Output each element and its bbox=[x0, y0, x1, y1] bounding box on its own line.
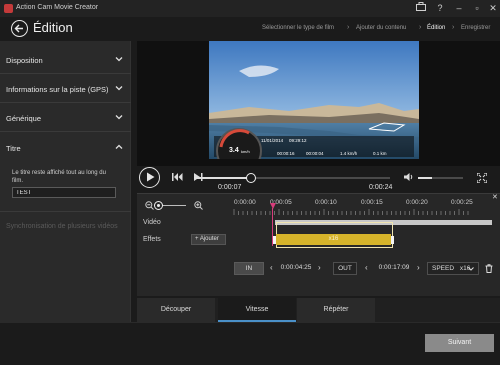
sidebar-item-gps-info[interactable]: Informations sur la piste (GPS) bbox=[0, 74, 131, 103]
breadcrumb-step-4: Enregistrer bbox=[461, 25, 491, 31]
overlay-stat-3: 1.4 km/h bbox=[340, 151, 358, 156]
header bbox=[0, 17, 500, 41]
chevron-right-icon[interactable]: › bbox=[417, 263, 420, 272]
effects-track-label: Effets bbox=[143, 236, 161, 243]
close-icon[interactable]: ✕ bbox=[486, 2, 500, 15]
zoom-out-icon bbox=[145, 201, 154, 210]
multi-video-sync-item: Synchronisation de plusieurs vidéos bbox=[6, 223, 118, 230]
sidebar-item-label: Générique bbox=[6, 114, 42, 123]
seek-handle[interactable] bbox=[246, 173, 256, 183]
overlay-stat-1: 00:00:16 bbox=[277, 151, 295, 156]
zoom-in-button[interactable] bbox=[194, 201, 203, 212]
playhead-marker[interactable] bbox=[270, 203, 276, 209]
close-timeline-icon[interactable]: ✕ bbox=[492, 193, 498, 201]
out-point-time: 0:00:17:09 bbox=[378, 264, 410, 271]
breadcrumb-step-1: Sélectionner le type de film bbox=[262, 25, 335, 31]
tab-speed[interactable]: Vitesse bbox=[218, 298, 296, 322]
title-text-input[interactable] bbox=[12, 187, 116, 198]
effect-trim-handle-left[interactable] bbox=[273, 236, 276, 244]
next-button[interactable]: Suivant bbox=[425, 334, 494, 352]
effect-clip-label: x16 bbox=[328, 236, 339, 242]
overlay-stat-4: 0.1 km bbox=[373, 151, 387, 156]
chevron-left-icon[interactable]: ‹ bbox=[365, 263, 368, 272]
chevron-left-icon[interactable]: ‹ bbox=[270, 263, 273, 272]
in-point-button[interactable]: IN bbox=[234, 262, 264, 275]
sidebar-item-label: Titre bbox=[6, 144, 21, 153]
fullscreen-icon bbox=[476, 172, 488, 184]
sidebar-item-title[interactable]: Titre bbox=[0, 133, 131, 162]
overlay-date: 11/01/2014 bbox=[261, 138, 284, 143]
tick-label: 0:00:00 bbox=[234, 199, 256, 206]
speed-label: SPEED bbox=[432, 265, 455, 272]
zoom-in-icon bbox=[194, 201, 203, 210]
rewind-button[interactable] bbox=[172, 173, 183, 183]
rewind-icon bbox=[172, 173, 183, 181]
restore-icon[interactable]: ▫ bbox=[470, 2, 484, 15]
sidebar-item-label: Informations sur la piste (GPS) bbox=[6, 85, 109, 94]
chevron-down-icon bbox=[115, 115, 123, 120]
sidebar-item-label: Disposition bbox=[6, 56, 43, 65]
breadcrumb-step-3: Édition bbox=[427, 25, 446, 31]
speaker-icon bbox=[404, 173, 413, 181]
minimize-icon[interactable]: – bbox=[452, 2, 466, 15]
seek-bar-progress bbox=[194, 177, 251, 179]
chevron-up-icon bbox=[115, 144, 123, 149]
speed-select[interactable]: SPEED x16 bbox=[427, 262, 479, 275]
fullscreen-button[interactable] bbox=[476, 172, 488, 185]
delete-effect-button[interactable] bbox=[485, 264, 493, 275]
zoom-handle-dot bbox=[157, 204, 160, 207]
toolbox-icon[interactable] bbox=[414, 2, 428, 15]
chevron-right-icon: › bbox=[419, 24, 422, 31]
speed-readout: 3.4 bbox=[229, 147, 239, 154]
app-title: Action Cam Movie Creator bbox=[16, 4, 99, 11]
page-title: Édition bbox=[33, 20, 73, 35]
play-button[interactable] bbox=[139, 167, 160, 188]
overlay-stat-2: 00:00:04 bbox=[306, 151, 324, 156]
tick-label: 0:00:25 bbox=[451, 199, 473, 206]
out-point-button[interactable]: OUT bbox=[333, 262, 357, 275]
effect-trim-handle-right[interactable] bbox=[391, 236, 394, 244]
video-track-label: Vidéo bbox=[143, 219, 161, 226]
tab-repeat[interactable]: Répéter bbox=[297, 298, 375, 322]
trash-icon bbox=[485, 264, 493, 273]
sidebar-item-disposition[interactable]: Disposition bbox=[0, 45, 131, 74]
in-point-time: 0:00:04:25 bbox=[280, 264, 312, 271]
add-effect-button[interactable]: + Ajouter bbox=[191, 234, 226, 245]
speed-unit: km/h bbox=[241, 149, 250, 154]
sidebar-item-credits[interactable]: Générique bbox=[0, 103, 131, 132]
volume-level bbox=[418, 177, 432, 179]
app-logo-icon bbox=[4, 4, 13, 13]
chevron-right-icon: › bbox=[452, 24, 455, 31]
chevron-right-icon[interactable]: › bbox=[318, 263, 321, 272]
divider bbox=[0, 211, 131, 212]
back-button[interactable] bbox=[11, 20, 28, 37]
divider bbox=[137, 193, 500, 194]
chevron-right-icon: › bbox=[347, 24, 350, 31]
total-time: 0:00:24 bbox=[369, 184, 393, 191]
title-description: Le titre reste affiché tout au long du f… bbox=[12, 170, 106, 184]
chevron-down-icon bbox=[468, 267, 474, 271]
tick-label: 0:00:15 bbox=[361, 199, 383, 206]
tab-trim[interactable]: Découper bbox=[137, 298, 215, 322]
chevron-down-icon bbox=[115, 57, 123, 62]
overlay-time: 09:29:12 bbox=[289, 138, 307, 143]
current-time: 0:00:07 bbox=[218, 184, 242, 191]
volume-button[interactable] bbox=[404, 173, 414, 183]
play-icon bbox=[147, 172, 155, 182]
tick-label: 0:00:10 bbox=[315, 199, 337, 206]
arrow-left-icon bbox=[14, 24, 23, 33]
chevron-down-icon bbox=[115, 86, 123, 91]
breadcrumb-step-2: Ajouter du contenu bbox=[356, 25, 407, 31]
help-icon[interactable]: ? bbox=[433, 2, 447, 15]
video-frame: 3.4 km/h 11/01/2014 09:29:12 00:00:16 00… bbox=[209, 41, 419, 159]
tick-label: 0:00:20 bbox=[406, 199, 428, 206]
zoom-out-button[interactable] bbox=[145, 201, 154, 212]
